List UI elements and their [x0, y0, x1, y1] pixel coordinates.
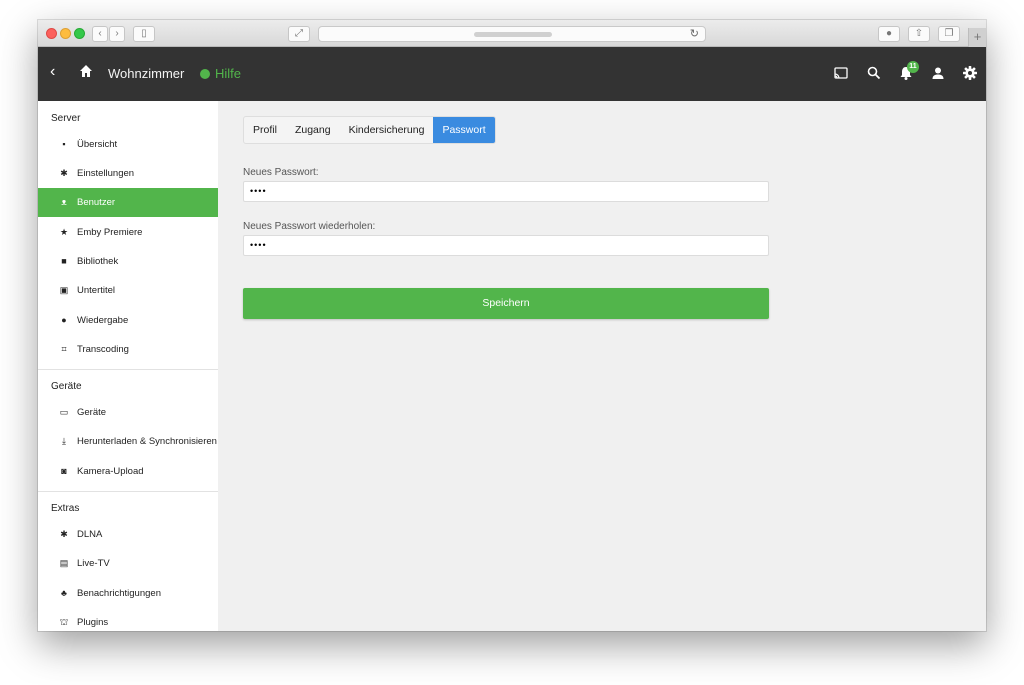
sidebar-item-label: Bibliothek	[77, 256, 119, 267]
sidebar-item-plugins[interactable]: ⛫ Plugins	[38, 608, 218, 631]
window-zoom-button[interactable]	[74, 28, 85, 39]
reload-icon[interactable]: ↻	[690, 27, 699, 41]
new-password-label: Neues Passwort:	[243, 167, 319, 178]
browser-window: ‹ › ▯ ⤢ ↻ ● ⇧ ❐ + ‹ Wohnzimmer Hilfe 11 …	[38, 20, 986, 631]
sidebar-heading-server: Server	[51, 113, 81, 124]
sidebar-toggle-icon[interactable]: ▯	[133, 26, 155, 42]
sidebar-heading-extras: Extras	[51, 503, 80, 514]
sidebar-item-benutzer[interactable]: ᴥ Benutzer	[38, 188, 218, 217]
sidebar-item-untertitel[interactable]: ▣ Untertitel	[38, 276, 218, 305]
notification-count-badge: 11	[907, 61, 919, 73]
sidebar-divider	[38, 369, 218, 370]
user-tabs: Profil Zugang Kindersicherung Passwort	[243, 116, 496, 144]
safari-toolbar: ‹ › ▯ ⤢ ↻ ● ⇧ ❐ +	[38, 20, 986, 47]
help-status-dot	[200, 69, 210, 79]
save-button[interactable]: Speichern	[243, 288, 769, 319]
tv-icon: ▤	[59, 558, 69, 568]
url-text-blurred	[474, 32, 552, 37]
browser-back-button[interactable]: ‹	[92, 26, 108, 42]
sidebar-item-dlna[interactable]: ✱ DLNA	[38, 520, 218, 549]
people-icon: ᴥ	[61, 197, 67, 207]
home-icon[interactable]	[79, 64, 93, 78]
download-icon: ⤓	[62, 436, 66, 446]
sidebar-item-uebersicht[interactable]: ▪ Übersicht	[38, 130, 218, 159]
sidebar-item-label: Transcoding	[77, 344, 129, 355]
window-close-button[interactable]	[46, 28, 57, 39]
main-content: Profil Zugang Kindersicherung Passwort N…	[218, 101, 986, 631]
sidebar-item-label: Benutzer	[77, 197, 116, 208]
cast-icon[interactable]	[833, 65, 849, 81]
sidebar-item-bibliothek[interactable]: ■ Bibliothek	[38, 247, 218, 276]
sidebar-item-label: Plugins	[77, 617, 109, 628]
devices-icon: ▭	[59, 407, 69, 417]
user-icon[interactable]	[930, 65, 946, 81]
sidebar-item-kamera-upload[interactable]: ◙ Kamera-Upload	[38, 457, 218, 486]
window-minimize-button[interactable]	[60, 28, 71, 39]
reader-icon[interactable]: ⤢	[288, 26, 310, 42]
sidebar-item-label: Emby Premiere	[77, 227, 143, 238]
star-icon: ★	[59, 227, 69, 237]
tab-profil[interactable]: Profil	[244, 117, 286, 143]
sidebar-item-transcoding[interactable]: ⌗ Transcoding	[38, 335, 218, 364]
tab-zugang[interactable]: Zugang	[286, 117, 340, 143]
sidebar-item-label: Live-TV	[77, 558, 110, 569]
sidebar-item-label: Benachrichtigungen	[77, 588, 161, 599]
sidebar-item-label: Einstellungen	[77, 168, 135, 179]
repeat-password-field[interactable]: ••••	[243, 235, 769, 256]
sidebar-item-label: Herunterladen & Synchronisieren	[77, 436, 217, 447]
page-title: Wohnzimmer	[108, 66, 185, 81]
downloads-icon[interactable]: ●	[878, 26, 900, 42]
plugin-icon: ⛫	[59, 617, 69, 627]
back-button[interactable]: ‹	[50, 63, 55, 81]
bell-icon: ♣	[61, 588, 67, 598]
sidebar-divider	[38, 491, 218, 492]
new-tab-button[interactable]: +	[968, 28, 986, 47]
sidebar: Server ▪ Übersicht ✱ Einstellungen ᴥ Ben…	[38, 101, 218, 631]
folder-icon: ■	[61, 256, 67, 266]
address-bar[interactable]: ↻	[318, 26, 706, 42]
play-circle-icon: ●	[61, 315, 67, 325]
sidebar-item-label: Übersicht	[77, 139, 118, 150]
share-icon[interactable]: ⇧	[908, 26, 930, 42]
subtitles-icon: ▣	[59, 285, 69, 295]
sidebar-item-label: Kamera-Upload	[77, 466, 144, 477]
tabs-overview-icon[interactable]: ❐	[938, 26, 960, 42]
dashboard-icon: ▪	[62, 139, 66, 149]
sidebar-item-einstellungen[interactable]: ✱ Einstellungen	[38, 159, 218, 188]
sidebar-heading-geraete: Geräte	[51, 381, 82, 392]
new-password-field[interactable]: ••••	[243, 181, 769, 202]
settings-gear-icon[interactable]	[962, 65, 978, 81]
app-header: ‹ Wohnzimmer Hilfe 11	[38, 47, 986, 101]
dlna-icon: ✱	[60, 529, 68, 539]
sidebar-item-emby-premiere[interactable]: ★ Emby Premiere	[38, 218, 218, 247]
sidebar-item-geraete[interactable]: ▭ Geräte	[38, 398, 218, 427]
sidebar-item-live-tv[interactable]: ▤ Live-TV	[38, 549, 218, 578]
tab-kindersicherung[interactable]: Kindersicherung	[340, 117, 434, 143]
search-icon[interactable]	[866, 65, 882, 81]
sidebar-item-label: Geräte	[77, 407, 107, 418]
sidebar-item-label: DLNA	[77, 529, 103, 540]
transform-icon: ⌗	[61, 344, 67, 354]
sidebar-item-benachrichtigungen[interactable]: ♣ Benachrichtigungen	[38, 579, 218, 608]
sidebar-item-label: Untertitel	[77, 285, 116, 296]
help-link[interactable]: Hilfe	[215, 66, 241, 82]
gear-icon: ✱	[60, 168, 68, 178]
repeat-password-label: Neues Passwort wiederholen:	[243, 221, 376, 232]
camera-icon: ◙	[61, 466, 67, 476]
sidebar-item-label: Wiedergabe	[77, 315, 129, 326]
browser-forward-button[interactable]: ›	[109, 26, 125, 42]
sidebar-item-wiedergabe[interactable]: ● Wiedergabe	[38, 306, 218, 335]
sidebar-item-herunterladen[interactable]: ⤓ Herunterladen & Synchronisieren	[38, 427, 218, 456]
tab-passwort[interactable]: Passwort	[433, 117, 495, 143]
